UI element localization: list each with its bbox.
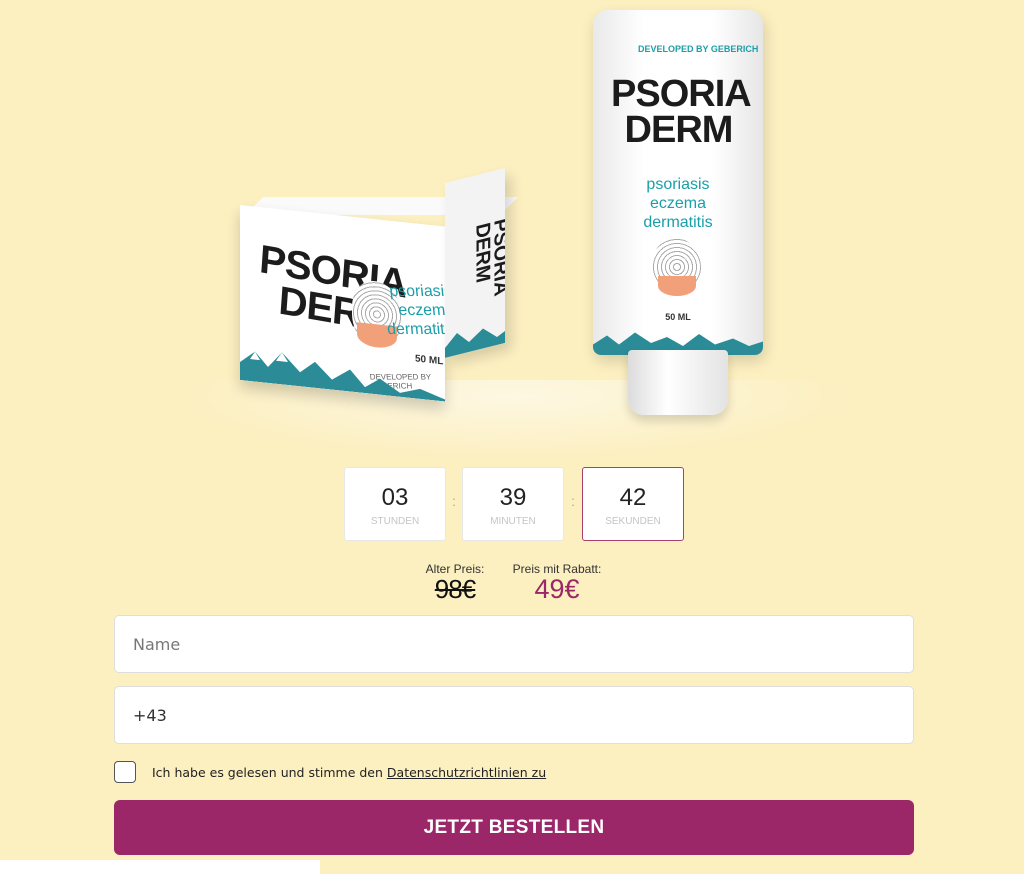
tube-developer: DEVELOPED BY GEBERICH bbox=[638, 44, 759, 54]
indication-dermatitis: dermatitis bbox=[386, 321, 445, 339]
box-indications: psoriasis eczema dermatitis bbox=[382, 282, 445, 340]
product-tube: DEVELOPED BY GEBERICH PSORIA DERM psoria… bbox=[593, 10, 763, 415]
tube-stone-graphic bbox=[653, 238, 701, 296]
privacy-policy-link[interactable]: Datenschutzrichtlinien zu bbox=[387, 765, 546, 780]
tube-indications: psoriasis eczema dermatitis bbox=[643, 176, 713, 232]
tube-brand-line2: DERM bbox=[624, 109, 734, 152]
product-hero-image: PSORIA DERM psoriasis eczema dermatitis … bbox=[170, 0, 860, 460]
box-side: PSORIA DERM bbox=[445, 168, 505, 358]
countdown-seconds: 42 SEKUNDEN bbox=[582, 467, 684, 541]
box-side-brand: PSORIA DERM bbox=[471, 216, 505, 299]
minutes-label: MINUTEN bbox=[490, 516, 536, 527]
tube-brand-line1: PSORIA bbox=[611, 73, 752, 115]
mountains-graphic bbox=[240, 351, 445, 402]
old-price: 98€ bbox=[434, 574, 476, 604]
countdown-minutes: 39 MINUTEN bbox=[462, 467, 564, 541]
tube-body: DEVELOPED BY GEBERICH PSORIA DERM psoria… bbox=[593, 10, 763, 355]
footer-strip bbox=[0, 860, 320, 874]
indication-psoriasis: psoriasis bbox=[388, 282, 445, 300]
box-front: PSORIA DERM psoriasis eczema dermatitis … bbox=[240, 205, 445, 402]
tube-cap bbox=[628, 350, 728, 415]
separator: : bbox=[452, 493, 456, 509]
seconds-value: 42 bbox=[619, 484, 647, 511]
name-input[interactable] bbox=[114, 615, 914, 673]
tube-volume: 50 ML bbox=[665, 312, 691, 322]
consent-label: Ich habe es gelesen und stimme den bbox=[152, 764, 383, 780]
consent-row: Ich habe es gelesen und stimme den Datens… bbox=[114, 760, 546, 784]
new-price-block: Preis mit Rabatt: 49€ bbox=[505, 562, 609, 605]
order-button[interactable]: JETZT BESTELLEN bbox=[114, 800, 914, 855]
consent-checkbox[interactable] bbox=[114, 761, 136, 783]
phone-input[interactable] bbox=[114, 686, 914, 744]
countdown-timer: 03 STUNDEN : 39 MINUTEN : 42 SEKUNDEN bbox=[344, 467, 686, 541]
product-box: PSORIA DERM psoriasis eczema dermatitis … bbox=[240, 168, 530, 402]
consent-text: Ich habe es gelesen und stimme den Datens… bbox=[152, 765, 546, 780]
old-price-block: Alter Preis: 98€ bbox=[418, 562, 492, 605]
minutes-value: 39 bbox=[499, 484, 527, 511]
separator: : bbox=[571, 493, 575, 509]
hours-value: 03 bbox=[381, 484, 409, 511]
side-mountains-graphic bbox=[445, 328, 505, 358]
hours-label: STUNDEN bbox=[370, 516, 420, 527]
seconds-label: SEKUNDEN bbox=[605, 516, 661, 527]
tube-brand: PSORIA DERM bbox=[611, 73, 752, 152]
new-price: 49€ bbox=[534, 574, 580, 604]
countdown-hours: 03 STUNDEN bbox=[344, 467, 446, 541]
indication-eczema: eczema bbox=[397, 302, 445, 320]
